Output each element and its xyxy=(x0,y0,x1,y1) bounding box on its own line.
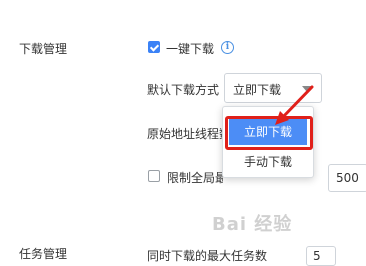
download-management-heading: 下载管理 xyxy=(19,42,68,56)
limit-global-label: 限制全局最 xyxy=(167,171,223,185)
default-download-mode-label: 默认下载方式 xyxy=(147,83,220,97)
task-management-heading: 任务管理 xyxy=(19,247,68,261)
info-icon[interactable]: i xyxy=(221,41,234,54)
one-click-download-checkbox[interactable] xyxy=(148,41,160,53)
max-concurrent-tasks-label: 同时下载的最大任务数 xyxy=(147,249,268,263)
limit-global-checkbox[interactable] xyxy=(148,170,160,182)
origin-thread-count-label: 原始地址线程数 xyxy=(147,127,227,141)
annotation-arrow-icon xyxy=(275,85,314,125)
limit-global-value-input[interactable]: 500 xyxy=(328,164,366,192)
one-click-download-label: 一键下载 xyxy=(166,42,215,56)
max-concurrent-tasks-select[interactable]: 5 xyxy=(306,246,336,266)
dropdown-option-manual[interactable]: 手动下载 xyxy=(229,149,307,175)
watermark-logo: Bai 经验 xyxy=(212,214,293,235)
